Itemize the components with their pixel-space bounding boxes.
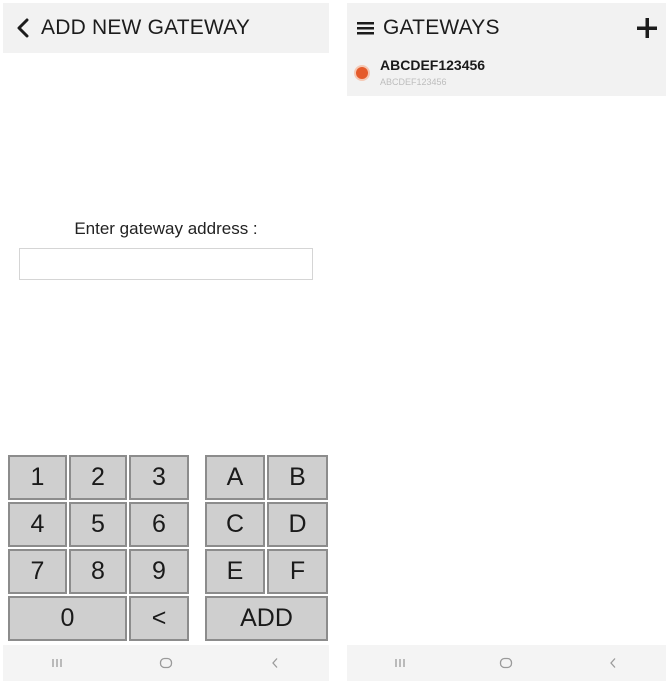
key-c[interactable]: C [205,502,265,547]
page-title: ADD NEW GATEWAY [41,16,251,39]
key-7[interactable]: 7 [8,549,67,594]
key-d[interactable]: D [267,502,328,547]
key-a[interactable]: A [205,455,265,500]
app-bar: GATEWAYS [347,3,666,53]
recents-button[interactable] [370,645,430,681]
gateway-list-item[interactable]: ABCDEF123456 ABCDEF123456 [347,50,666,96]
key-f[interactable]: F [267,549,328,594]
menu-button[interactable] [349,3,383,53]
gateways-screen: GATEWAYS ABCDEF123456 ABCDEF123456 [347,0,666,681]
key-5[interactable]: 5 [69,502,127,547]
key-1[interactable]: 1 [8,455,67,500]
key-6[interactable]: 6 [129,502,189,547]
app-bar: ADD NEW GATEWAY [3,3,329,53]
add-button[interactable]: ADD [205,596,328,641]
page-title: GATEWAYS [383,16,500,39]
home-icon [159,657,173,669]
system-nav-bar [3,645,329,681]
back-button[interactable] [5,3,41,53]
chevron-left-icon [17,18,29,38]
key-0[interactable]: 0 [8,596,127,641]
nav-back-icon [271,658,278,668]
add-gateway-screen: ADD NEW GATEWAY Enter gateway address : … [3,0,329,681]
nav-back-button[interactable] [245,645,305,681]
recents-button[interactable] [27,645,87,681]
nav-back-icon [609,658,616,668]
home-button[interactable] [136,645,196,681]
key-9[interactable]: 9 [129,549,189,594]
key-b[interactable]: B [267,455,328,500]
nav-back-button[interactable] [583,645,643,681]
home-button[interactable] [476,645,536,681]
key-8[interactable]: 8 [69,549,127,594]
recents-icon [52,659,62,667]
gateway-address-input[interactable] [19,248,313,280]
recents-icon [395,659,405,667]
home-icon [500,657,513,669]
key-e[interactable]: E [205,549,265,594]
key-3[interactable]: 3 [129,455,189,500]
add-gateway-button[interactable] [630,3,664,53]
address-prompt: Enter gateway address : [74,219,258,238]
hamburger-icon [357,22,374,35]
system-nav-bar [347,645,666,681]
status-dot-icon [356,67,368,79]
key-4[interactable]: 4 [8,502,67,547]
gateway-subtitle: ABCDEF123456 [380,77,447,87]
backspace-key[interactable]: < [129,596,189,641]
plus-icon [637,18,657,38]
key-2[interactable]: 2 [69,455,127,500]
gateway-name: ABCDEF123456 [380,57,486,73]
